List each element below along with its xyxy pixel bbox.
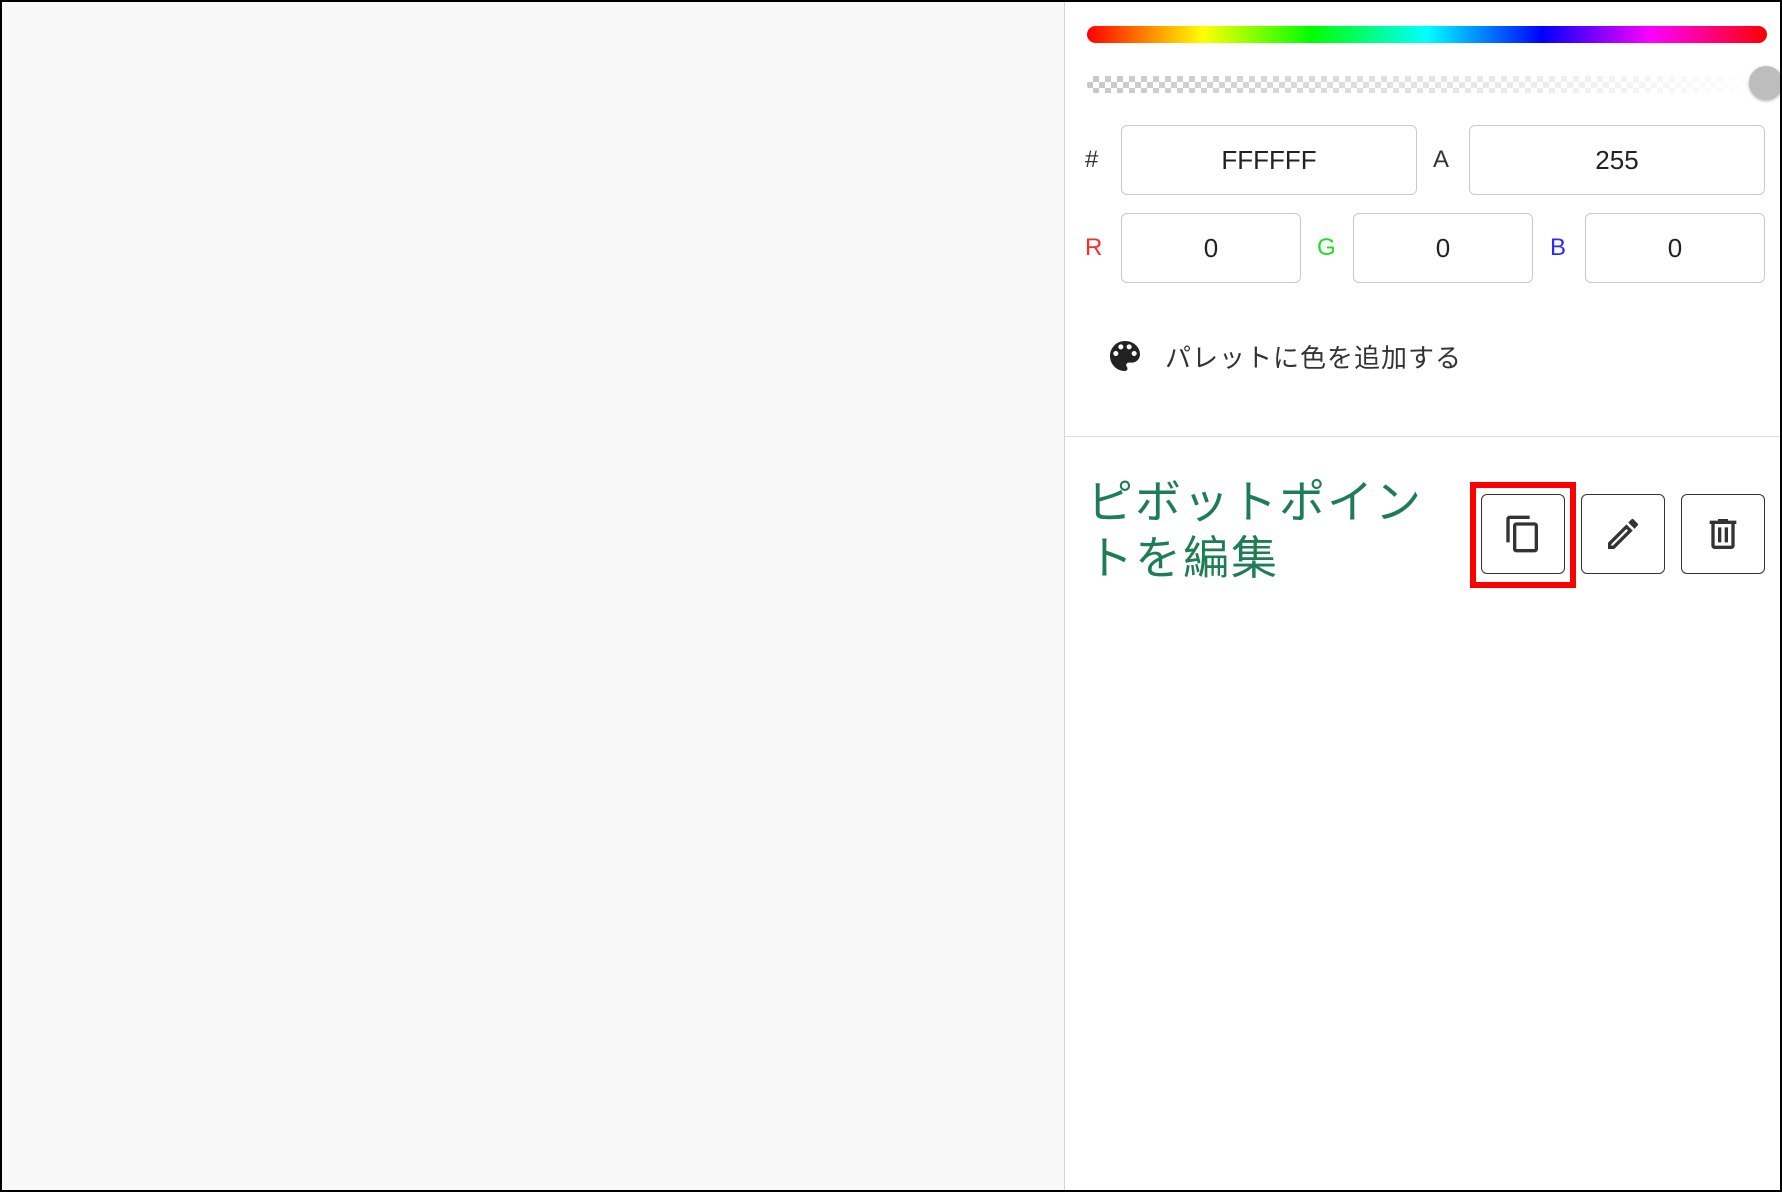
r-input[interactable] xyxy=(1121,213,1301,283)
canvas-area[interactable] xyxy=(2,2,1065,1190)
section-divider xyxy=(1065,436,1780,437)
alpha-slider[interactable] xyxy=(1087,76,1767,93)
alpha-label: A xyxy=(1433,146,1450,173)
add-to-palette-label: パレットに色を追加する xyxy=(1165,343,1463,374)
add-to-palette-button[interactable]: パレットに色を追加する xyxy=(1105,334,1462,378)
b-label: B xyxy=(1550,234,1567,261)
r-label: R xyxy=(1085,234,1103,261)
pivot-section-title: ピボットポイントを編集 xyxy=(1087,475,1423,585)
g-input[interactable] xyxy=(1353,213,1533,283)
color-panel: # A R G B パレットに色を追加する ピボットポイントを編集 xyxy=(1065,2,1780,1190)
copy-button-highlight xyxy=(1470,482,1576,588)
hex-label: # xyxy=(1085,146,1099,173)
hue-slider[interactable] xyxy=(1087,26,1767,43)
b-input[interactable] xyxy=(1585,213,1765,283)
alpha-input[interactable] xyxy=(1469,125,1765,195)
trash-icon xyxy=(1709,519,1737,549)
alpha-slider-thumb[interactable] xyxy=(1749,66,1780,100)
delete-button[interactable] xyxy=(1681,494,1765,574)
g-label: G xyxy=(1317,234,1336,261)
edit-button[interactable] xyxy=(1581,494,1665,574)
hex-input[interactable] xyxy=(1121,125,1417,195)
pencil-icon xyxy=(1608,518,1639,549)
palette-icon xyxy=(1110,341,1140,371)
app-frame: # A R G B パレットに色を追加する ピボットポイントを編集 xyxy=(0,0,1782,1192)
